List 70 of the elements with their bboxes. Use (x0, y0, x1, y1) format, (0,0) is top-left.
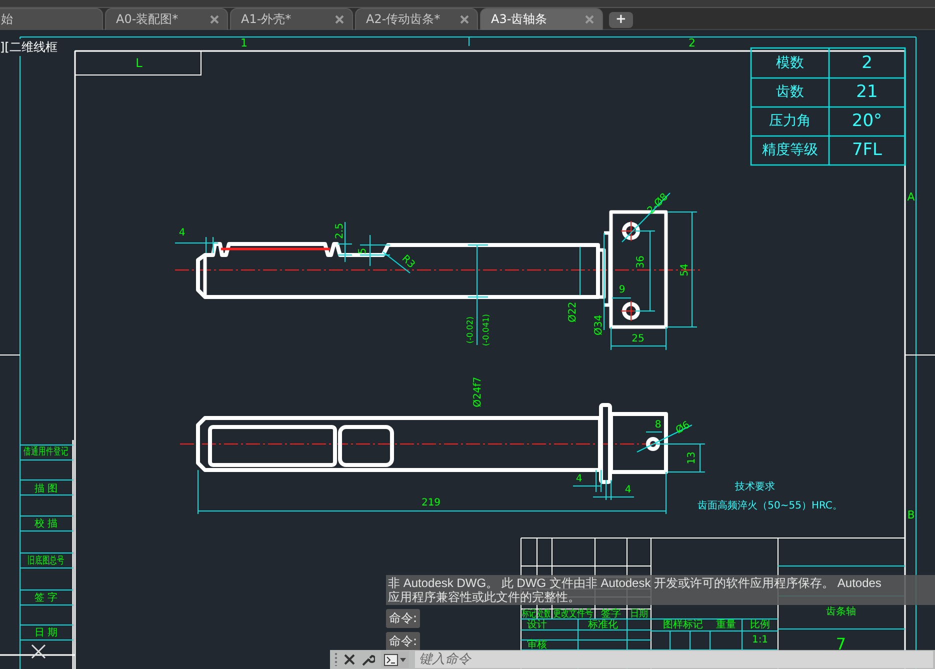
dimension-label: 36 (636, 256, 646, 268)
title-block-text: 设计 (527, 620, 547, 630)
dimension-label: (-0.041) (482, 314, 490, 346)
parameter-value: 2 (862, 53, 872, 73)
dimension-label: R3 (399, 253, 417, 271)
strip-label: 借通用件登记 (24, 446, 68, 458)
new-tab-button[interactable]: + (609, 12, 633, 28)
document-tab[interactable]: A1-外壳* (230, 8, 353, 30)
parameter-label: 模数 (776, 55, 804, 71)
zone-label: 1 (240, 36, 248, 50)
strip-label: 签 字 (34, 592, 58, 604)
document-tab[interactable]: A3-齿轴条 (480, 8, 603, 30)
zone-label: 2 (688, 36, 696, 50)
title-block-text: 1:1 (752, 634, 768, 646)
dimension-label: 2.5 (334, 223, 346, 239)
document-tab[interactable]: A0-装配图* (105, 8, 228, 30)
wrench-icon[interactable] (361, 652, 375, 666)
dimension-label: 5 (358, 248, 368, 254)
parameter-label: 压力角 (769, 113, 811, 129)
document-tab[interactable]: A2-传动齿条* (355, 8, 478, 30)
dimension-label: Ø6 (674, 420, 692, 436)
cross-icon (31, 644, 46, 659)
parameter-value: 21 (856, 82, 878, 102)
strip-label: 旧底图总号 (27, 555, 65, 567)
dimension-label: Ø24f7 (472, 376, 484, 408)
dimension-label: 13 (686, 452, 698, 464)
title-block-text: 图样标记 (663, 620, 703, 630)
close-icon[interactable] (335, 15, 344, 24)
dimension-label: 4 (178, 228, 186, 238)
dimension-label: 25 (632, 334, 644, 344)
title-block-text: 签字 (601, 608, 621, 620)
title-block-text: 7 (836, 634, 846, 654)
title-block-text: 标准化 (588, 620, 618, 630)
dimension-label: 4 (624, 484, 632, 496)
strip-label: 日 期 (34, 628, 58, 638)
dimension-label: 219 (421, 498, 441, 508)
dimension-label: 4 (576, 474, 582, 484)
dimension-label: Ø22 (568, 302, 578, 322)
close-icon[interactable] (344, 654, 355, 665)
dimension-label: 9 (618, 284, 626, 296)
title-block-text: 重量 (716, 620, 736, 630)
grip-icon[interactable] (334, 652, 338, 667)
title-block-text: 比例 (750, 620, 770, 630)
command-input[interactable]: 键入命令 (415, 651, 933, 668)
parameter-value: 20° (852, 111, 882, 131)
document-tab[interactable]: 始 (0, 8, 103, 30)
requirements-title: 技术要求 (735, 482, 775, 492)
parameter-value: 7FL (852, 140, 882, 160)
strip-label: 描 图 (34, 484, 58, 494)
strip-label: 校 描 (34, 518, 58, 530)
close-icon[interactable] (460, 15, 469, 24)
title-block-text: 日期 (630, 608, 650, 620)
title-block-text: 审核 (527, 640, 547, 650)
dimension-label: 8 (654, 420, 662, 430)
requirements-text: 齿面高频淬火（50~55）HRC。 (698, 500, 842, 512)
dimension-label: (-0.02) (466, 316, 474, 344)
viewport-label[interactable]: ][二维线框 (0, 39, 58, 56)
zone-label: B (907, 508, 915, 522)
caret-icon (400, 658, 406, 662)
parameter-label: 齿数 (776, 84, 804, 100)
close-icon[interactable] (210, 15, 219, 24)
parameter-label: 精度等级 (762, 142, 818, 158)
title-block-text: 齿条轴 (826, 606, 856, 618)
dimension-label: Ø34 (594, 314, 604, 336)
command-message: 非 Autodesk DWG。 此 DWG 文件由非 Autodesk 开发或许可的软件应用程序保存。 Autodes 应用程序兼容性或此文件的完整性。 (386, 575, 935, 605)
title-box-text: L (136, 56, 142, 70)
command-prompt-button[interactable] (381, 651, 409, 668)
terminal-icon (384, 654, 398, 666)
zone-label: A (907, 190, 915, 204)
dimension-label: 54 (680, 264, 690, 276)
